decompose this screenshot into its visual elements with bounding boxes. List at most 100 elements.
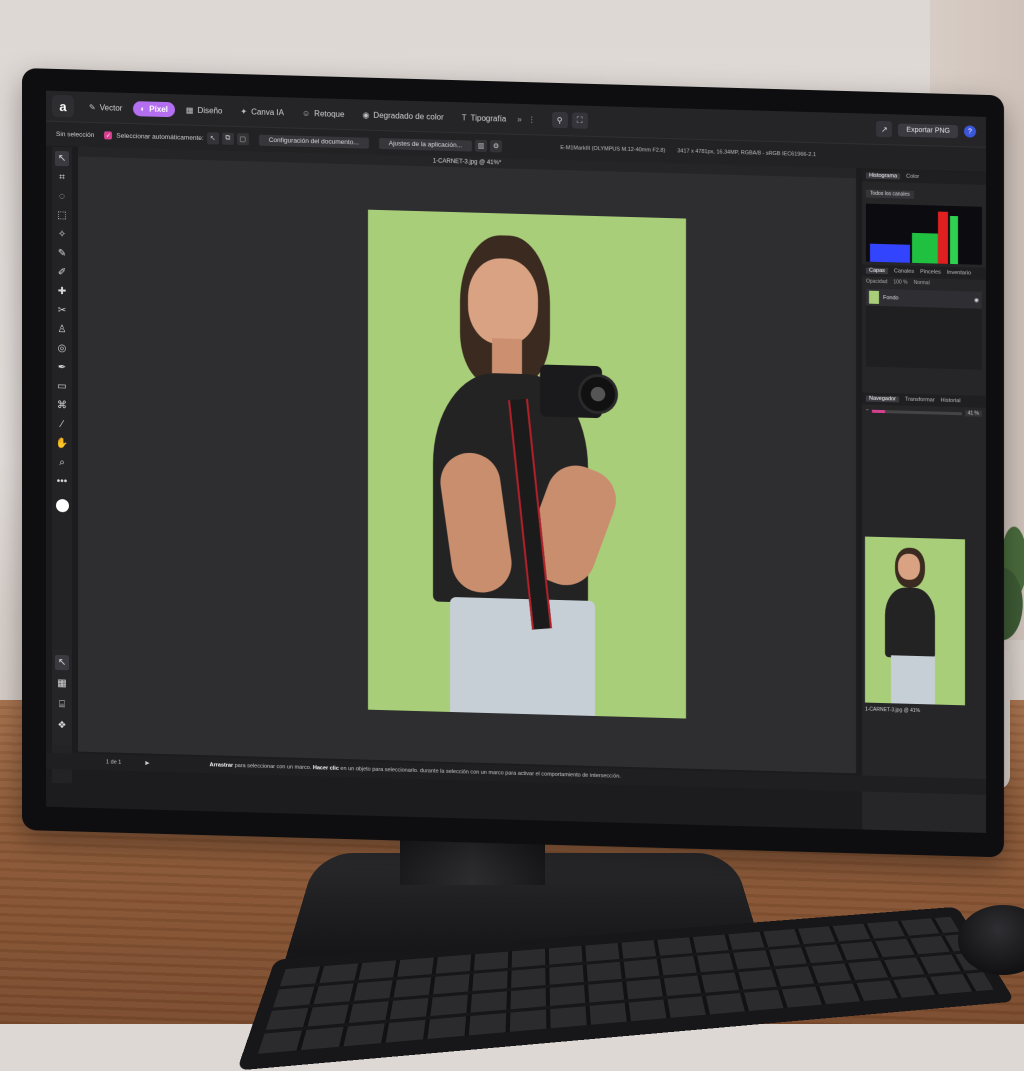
more-tools-icon[interactable]: ••• (55, 474, 69, 489)
camera-icon: ◉ (362, 110, 370, 120)
app-settings-button[interactable]: Ajustes de la aplicación... (378, 137, 473, 152)
subject-illustration (368, 210, 686, 719)
overflow-menu-icon[interactable]: ⋮ (528, 115, 536, 124)
export-button[interactable]: Exportar PNG (898, 122, 958, 138)
selection-brush-icon[interactable]: ◌ (55, 189, 69, 204)
play-icon[interactable]: ▶ (145, 760, 149, 766)
camera-lens (578, 373, 618, 415)
tab-histogram[interactable]: Histograma (866, 172, 901, 180)
select-layer-icon[interactable]: ↖ (206, 132, 219, 145)
flood-select-icon[interactable]: ✧ (55, 227, 69, 242)
document-setup-button[interactable]: Configuración del documento... (258, 134, 369, 149)
grid-icon[interactable]: ▦ (55, 676, 69, 691)
persona-label: Diseño (197, 105, 223, 116)
tab-stock[interactable]: Inventario (947, 270, 971, 277)
blend-mode-select[interactable]: Normal (914, 280, 930, 286)
persona-color-grading[interactable]: ◉ Degradado de color (355, 107, 450, 125)
gear-icon[interactable]: ⚙ (490, 140, 503, 153)
camera-info: E-M1MarkIII (OLYMPUS M.12-40mm F2.8) (560, 145, 666, 154)
channels-select[interactable]: Todos los canales (866, 189, 914, 199)
clone-tool-icon[interactable]: ♙ (55, 322, 69, 337)
sparkle-icon: ✦ (240, 106, 248, 116)
persona-canva-ai[interactable]: ✦ Canva IA (233, 103, 291, 120)
tab-channels[interactable]: Canales (894, 268, 914, 275)
face (468, 257, 538, 346)
zoom-slider[interactable] (871, 409, 962, 415)
jeans (450, 596, 595, 719)
auto-select-checkbox[interactable]: ✓ (104, 131, 113, 140)
blur-tool-icon[interactable]: ◎ (55, 341, 69, 356)
persona-typography[interactable]: T Tipografía (455, 110, 514, 127)
persona-label: Canva IA (251, 106, 284, 117)
hand-tool-icon[interactable]: ✋ (55, 436, 69, 451)
persona-label: Retoque (314, 108, 345, 119)
hint-drag-text: para seleccionar con un marco. (234, 762, 312, 772)
canvas-area[interactable] (78, 156, 856, 774)
opacity-label: Opacidad (866, 278, 888, 286)
persona-layout[interactable]: ▦ Diseño (179, 102, 229, 118)
layer-thumbnail (869, 290, 879, 304)
person-icon: ☺ (302, 108, 311, 118)
image-info: 3417 x 4781px, 16.34MP, RGBA/8 - sRGB IE… (677, 148, 816, 159)
histogram (866, 203, 982, 265)
pen-tool-icon[interactable]: ✒ (55, 360, 69, 375)
tab-brushes[interactable]: Pinceles (920, 269, 941, 276)
preview-face (898, 553, 920, 581)
navigator-preview[interactable] (865, 536, 965, 706)
color-picker-icon[interactable]: ⁄ (55, 417, 69, 432)
histogram-blue (870, 243, 910, 263)
pen-tool-icon[interactable]: ↗ (876, 120, 893, 138)
pixel-persona-icon: ◐ (140, 103, 146, 113)
snapping-icon[interactable]: ⚲ (551, 111, 568, 129)
tab-history[interactable]: Historial (941, 398, 961, 405)
histogram-green (912, 232, 938, 264)
select-group-icon[interactable]: ⧉ (221, 132, 234, 145)
paint-brush-icon[interactable]: ✎ (55, 246, 69, 261)
layers-list: Fondo ◉ (866, 288, 982, 370)
layer-name: Fondo (883, 294, 899, 301)
dodge-tool-icon[interactable]: ✂ (55, 303, 69, 318)
fullscreen-icon[interactable]: ⛶ (571, 112, 588, 129)
preview-jeans (891, 655, 935, 705)
select-object-icon[interactable]: ▢ (236, 132, 249, 146)
erase-brush-icon[interactable]: ✐ (55, 265, 69, 280)
pointer-icon[interactable]: ↖ (55, 654, 69, 671)
persona-label: Píxel (149, 104, 168, 114)
app-window: a ✎ Vector ◐ Píxel ▦ Diseño ✦ Canva IA ☺ Reto… (46, 90, 986, 833)
app-logo[interactable]: a (52, 94, 74, 118)
mesh-icon[interactable]: ❖ (55, 718, 69, 733)
selection-status: Sin selección (56, 130, 95, 139)
zoom-out-icon[interactable]: − (866, 408, 869, 414)
hint-click: Hacer clic (312, 765, 339, 772)
persona-pixel[interactable]: ◐ Píxel (133, 100, 175, 117)
persona-retouch[interactable]: ☺ Retoque (295, 105, 351, 122)
color-swatch[interactable] (53, 496, 71, 515)
healing-brush-icon[interactable]: ✚ (55, 284, 69, 299)
marquee-tool-icon[interactable]: ⬚ (55, 208, 69, 223)
layer-item[interactable]: Fondo ◉ (866, 288, 982, 309)
tab-layers[interactable]: Capas (866, 267, 888, 275)
navigator-filename: 1-CARNET-3.jpg @ 41% (865, 706, 921, 715)
eye-icon[interactable]: ◉ (974, 297, 979, 303)
tab-navigator[interactable]: Navegador (866, 395, 899, 403)
photo-portrait[interactable] (368, 209, 686, 719)
zoom-tool-icon[interactable]: ⌕ (55, 455, 69, 470)
vector-persona-icon: ✎ (89, 102, 96, 112)
opacity-value[interactable]: 100 % (893, 279, 907, 285)
tab-color[interactable]: Color (906, 174, 919, 180)
persona-vector[interactable]: ✎ Vector (82, 99, 129, 115)
type-icon: T (461, 112, 467, 122)
monitor: a ✎ Vector ◐ Píxel ▦ Diseño ✦ Canva IA ☺ Reto… (22, 68, 1004, 858)
zoom-value[interactable]: 41 % (964, 410, 982, 417)
tab-transform[interactable]: Transformar (905, 397, 935, 404)
mesh-warp-icon[interactable]: ⌘ (55, 398, 69, 413)
panel-toggle-icon[interactable]: ▥ (475, 139, 488, 152)
move-tool-icon[interactable]: ↖ (55, 150, 69, 167)
persona-label: Tipografía (470, 113, 507, 124)
shape-tool-icon[interactable]: ▭ (55, 379, 69, 394)
histogram-red (938, 211, 948, 264)
more-personas-button[interactable]: » (517, 114, 521, 123)
crop-tool-icon[interactable]: ⌗ (55, 170, 69, 185)
help-icon[interactable]: ? (964, 125, 976, 138)
perspective-grid-icon[interactable]: ⌸ (55, 697, 69, 712)
